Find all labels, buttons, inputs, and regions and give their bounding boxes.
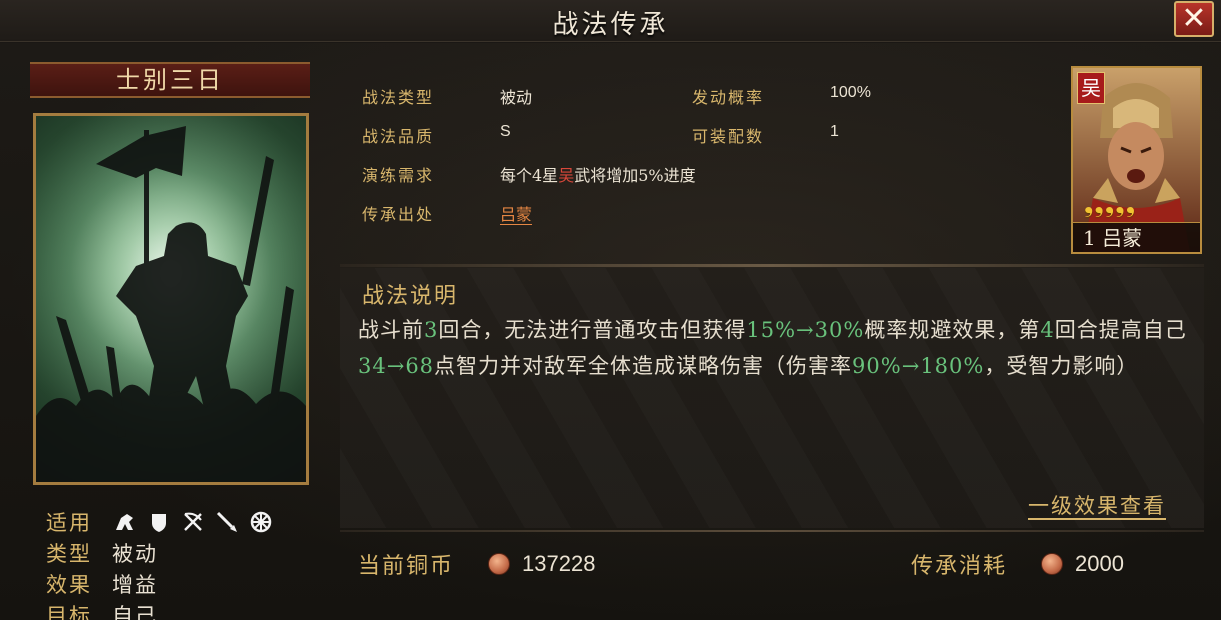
- inherit-cost-row: 传承消耗 2000: [911, 548, 1124, 580]
- skill-type-value: 被动: [500, 88, 533, 107]
- section-divider: [340, 264, 1204, 267]
- hero-star-icon: ❟: [1084, 190, 1094, 218]
- meta-type-value: 被动: [112, 541, 158, 566]
- origin-row: 传承出处: [362, 201, 434, 231]
- hero-name: 1 吕蒙: [1073, 222, 1200, 252]
- drill-prefix: 每个4星: [500, 166, 559, 185]
- skill-meta: 适用 类型 被动 效果 增益 目标 自己: [46, 506, 274, 620]
- skill-type-row: 战法类型: [362, 84, 434, 114]
- hero-faction-badge: 吴: [1077, 72, 1105, 104]
- close-button[interactable]: ✕: [1174, 1, 1214, 37]
- skill-type-label: 战法类型: [362, 88, 435, 107]
- inherit-cost-value: 2000: [1075, 551, 1124, 576]
- drill-label: 演练需求: [362, 166, 435, 185]
- shield-icon: [146, 509, 172, 535]
- skill-name-banner: 士别三日: [30, 62, 310, 98]
- meta-type-label: 类型: [46, 541, 92, 566]
- drill-faction: 吴: [558, 166, 575, 185]
- hero-star-icon: ❟: [1115, 190, 1125, 218]
- trigger-rate-label: 发动概率: [692, 88, 765, 107]
- description-panel: [340, 268, 1204, 528]
- current-coin-value: 137228: [522, 551, 596, 576]
- origin-label: 传承出处: [362, 205, 435, 224]
- arms-icons: [112, 509, 274, 535]
- trigger-rate-row: 发动概率: [692, 84, 764, 114]
- footer-divider: [340, 530, 1204, 532]
- current-coin-label: 当前铜币: [358, 554, 455, 579]
- meta-effect-value: 增益: [112, 572, 158, 597]
- skill-artwork: [33, 113, 309, 485]
- description-text: 战斗前3回合，无法进行普通攻击但获得15%→30%概率规避效果，第4回合提高自己…: [358, 318, 1187, 378]
- hero-star-icon: ❟: [1125, 190, 1136, 218]
- siege-icon: [248, 509, 274, 535]
- title-bar: 战法传承 ✕: [0, 0, 1221, 42]
- drill-row: 演练需求: [362, 162, 434, 192]
- equip-count-row: 可装配数: [692, 123, 764, 153]
- cavalry-icon: [112, 509, 138, 535]
- trigger-rate-value: 100%: [830, 84, 871, 101]
- meta-target-row: 目标 自己: [46, 599, 274, 620]
- hero-star-icon: ❟: [1094, 190, 1104, 218]
- equip-count-label: 可装配数: [692, 127, 765, 146]
- window-title: 战法传承: [552, 10, 669, 40]
- meta-suitable-label: 适用: [46, 510, 92, 535]
- quality-row: 战法品质: [362, 123, 434, 153]
- current-coin-row: 当前铜币 137228: [358, 548, 595, 580]
- meta-type-row: 类型 被动: [46, 537, 274, 568]
- hero-star-icon: ❟: [1104, 190, 1115, 218]
- spear-icon: [214, 509, 240, 535]
- drill-value: 每个4星吴武将增加5%进度: [500, 162, 696, 192]
- inherit-cost-label: 传承消耗: [911, 554, 1008, 579]
- meta-suitable-row: 适用: [46, 506, 274, 537]
- quality-label: 战法品质: [362, 127, 435, 146]
- copper-coin-icon: [1041, 553, 1064, 575]
- hero-star-rating: ❟ ❟ ❟ ❟ ❟: [1084, 192, 1135, 216]
- origin-hero-link[interactable]: 吕蒙: [500, 201, 532, 231]
- copper-coin-icon: [488, 553, 511, 575]
- description-title: 战法说明: [362, 284, 459, 309]
- meta-target-label: 目标: [46, 603, 92, 620]
- meta-target-value: 自己: [112, 603, 158, 620]
- equip-count-value: 1: [830, 123, 839, 140]
- meta-effect-label: 效果: [46, 572, 92, 597]
- meta-effect-row: 效果 增益: [46, 568, 274, 599]
- bow-icon: [180, 509, 206, 535]
- warrior-silhouette-icon: [36, 116, 306, 482]
- level-one-effect-link[interactable]: 一级效果查看: [1028, 490, 1166, 520]
- hero-portrait[interactable]: 吴 1 吕蒙: [1071, 66, 1202, 254]
- close-icon: ✕: [1181, 1, 1207, 36]
- quality-value: S: [500, 123, 511, 140]
- drill-suffix: 武将增加5%进度: [574, 166, 696, 185]
